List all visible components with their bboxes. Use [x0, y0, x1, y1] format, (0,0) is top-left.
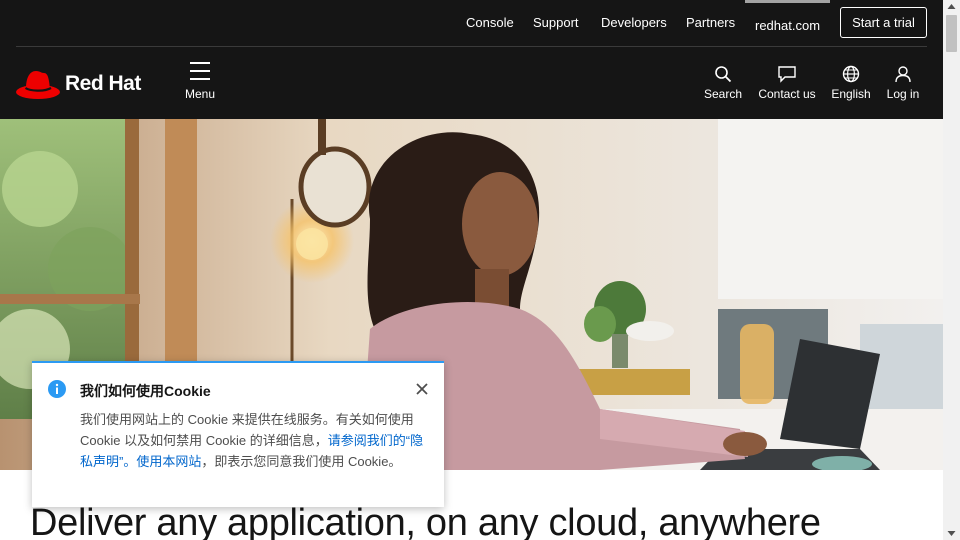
login-button[interactable]: Log in: [885, 65, 921, 105]
util-link-developers[interactable]: Developers: [601, 15, 667, 31]
search-label: Search: [703, 87, 743, 101]
menu-label: Menu: [184, 87, 216, 101]
util-link-console[interactable]: Console: [466, 15, 514, 31]
hero-headline: Deliver any application, on any cloud, a…: [30, 502, 821, 540]
globe-icon: [842, 65, 860, 83]
start-trial-button[interactable]: Start a trial: [840, 7, 927, 38]
login-label: Log in: [886, 87, 920, 101]
cookie-banner: 我们如何使用Cookie 我们使用网站上的 Cookie 来提供在线服务。有关如…: [32, 361, 444, 507]
close-icon[interactable]: [414, 381, 430, 397]
redhat-hat-icon: [16, 71, 60, 99]
scroll-up-arrow-icon[interactable]: [943, 0, 960, 14]
chat-bubble-icon: [778, 66, 796, 83]
util-link-support[interactable]: Support: [533, 15, 579, 31]
cookie-banner-message: 我们使用网站上的 Cookie 来提供在线服务。有关如何使用 Cookie 以及…: [80, 409, 430, 472]
utility-bar: Console Support Developers Partners redh…: [0, 0, 943, 47]
cookie-text-after: ，即表示您同意我们使用 Cookie。: [201, 454, 402, 469]
page: Console Support Developers Partners redh…: [0, 0, 960, 540]
language-label: English: [831, 87, 871, 101]
search-button[interactable]: Search: [702, 65, 744, 105]
language-button[interactable]: English: [831, 65, 871, 105]
user-icon: [895, 66, 911, 83]
hamburger-icon: [190, 62, 210, 80]
contact-label: Contact us: [758, 87, 816, 101]
scroll-thumb[interactable]: [946, 15, 957, 52]
main-nav: Red Hat Menu Search Contact us English L…: [0, 47, 943, 119]
util-link-partners[interactable]: Partners: [686, 15, 735, 31]
util-link-redhat-com[interactable]: redhat.com: [745, 0, 831, 46]
redhat-logo[interactable]: Red Hat: [16, 67, 156, 101]
contact-us-button[interactable]: Contact us: [757, 65, 817, 105]
scroll-down-arrow-icon[interactable]: [943, 526, 960, 540]
search-icon: [715, 66, 732, 83]
page-scrollbar[interactable]: [943, 0, 960, 540]
cookie-banner-title: 我们如何使用Cookie: [80, 383, 211, 399]
brand-name: Red Hat: [65, 72, 141, 95]
menu-button[interactable]: Menu: [180, 62, 220, 106]
info-icon: [48, 380, 66, 398]
